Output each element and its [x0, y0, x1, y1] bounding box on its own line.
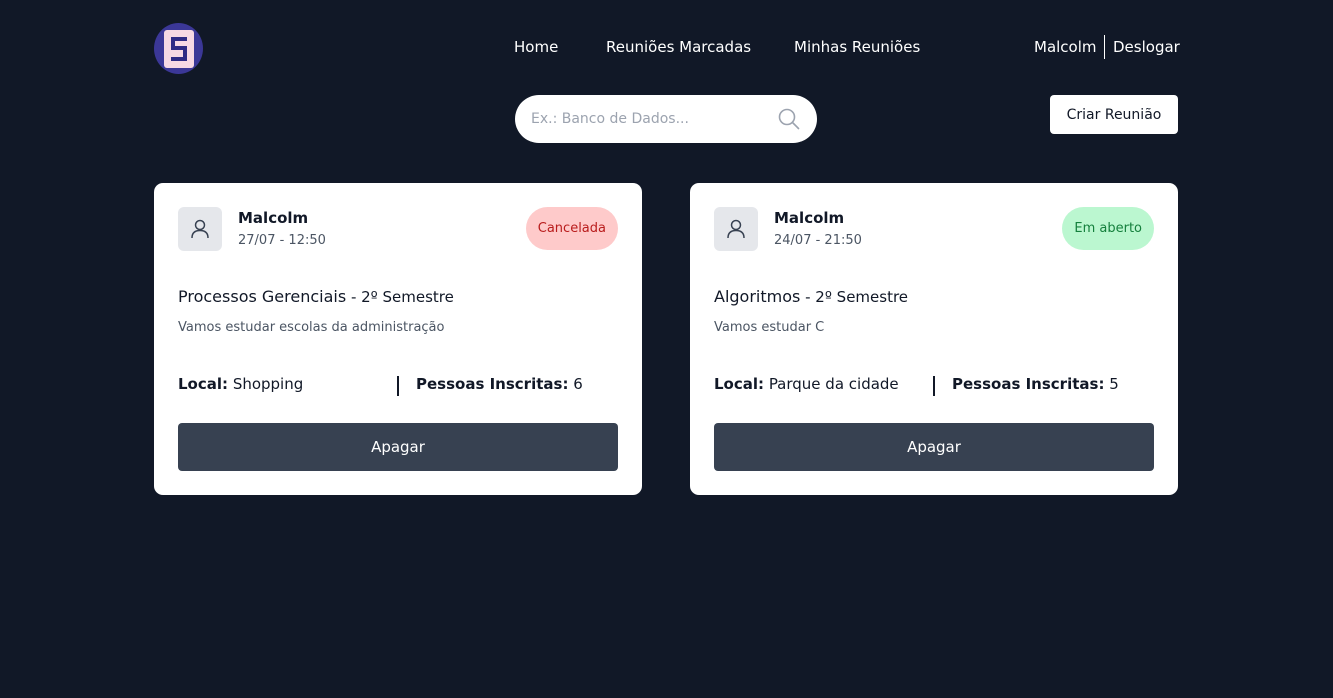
user-divider	[1104, 35, 1105, 59]
logo-s-icon	[163, 29, 194, 68]
meeting-attendees: Pessoas Inscritas: 6	[416, 375, 583, 393]
meeting-description: Vamos estudar C	[714, 320, 825, 335]
info-divider	[397, 376, 399, 396]
meeting-semester: - 2º Semestre	[346, 288, 454, 306]
meeting-title: Algoritmos - 2º Semestre	[714, 287, 908, 306]
meeting-subject: Processos Gerenciais	[178, 287, 347, 306]
meeting-card: Malcolm 27/07 - 12:50 Cancelada Processo…	[154, 183, 642, 495]
avatar	[714, 207, 758, 251]
search-bar	[515, 95, 817, 143]
meeting-datetime: 24/07 - 21:50	[774, 233, 862, 248]
status-badge: Cancelada	[525, 207, 618, 250]
nav-scheduled-meetings-link[interactable]: Reuniões Marcadas	[606, 37, 751, 57]
attendees-value: 5	[1109, 375, 1119, 393]
info-divider	[933, 376, 935, 396]
meeting-author: Malcolm	[238, 209, 309, 227]
search-input[interactable]	[531, 107, 771, 131]
meeting-subject: Algoritmos	[714, 287, 801, 306]
location-value: Shopping	[232, 375, 304, 393]
create-meeting-button[interactable]: Criar Reunião	[1050, 95, 1178, 134]
meeting-location: Local: Parque da cidade	[714, 375, 899, 393]
avatar	[178, 207, 222, 251]
status-badge: Em aberto	[1062, 207, 1154, 250]
meeting-author: Malcolm	[774, 209, 845, 227]
delete-button[interactable]: Apagar	[714, 423, 1154, 471]
location-label: Local:	[714, 375, 765, 393]
meeting-semester: - 2º Semestre	[800, 288, 909, 306]
user-icon	[727, 219, 745, 239]
nav-home-link[interactable]: Home	[514, 37, 558, 57]
meeting-attendees: Pessoas Inscritas: 5	[952, 375, 1119, 393]
meeting-datetime: 27/07 - 12:50	[238, 233, 326, 248]
search-icon[interactable]	[778, 108, 800, 130]
logout-link[interactable]: Deslogar	[1113, 37, 1180, 57]
location-value: Parque da cidade	[768, 375, 899, 393]
attendees-label: Pessoas Inscritas:	[952, 375, 1105, 393]
meeting-card: Malcolm 24/07 - 21:50 Em aberto Algoritm…	[690, 183, 1178, 495]
attendees-label: Pessoas Inscritas:	[416, 375, 569, 393]
user-name[interactable]: Malcolm	[1034, 37, 1097, 57]
location-label: Local:	[178, 375, 229, 393]
meeting-description: Vamos estudar escolas da administração	[178, 320, 445, 335]
nav-my-meetings-link[interactable]: Minhas Reuniões	[794, 37, 920, 57]
delete-button[interactable]: Apagar	[178, 423, 618, 471]
meeting-location: Local: Shopping	[178, 375, 303, 393]
logo[interactable]	[154, 23, 203, 74]
attendees-value: 6	[573, 375, 583, 393]
user-icon	[191, 219, 209, 239]
meeting-title: Processos Gerenciais - 2º Semestre	[178, 287, 454, 306]
